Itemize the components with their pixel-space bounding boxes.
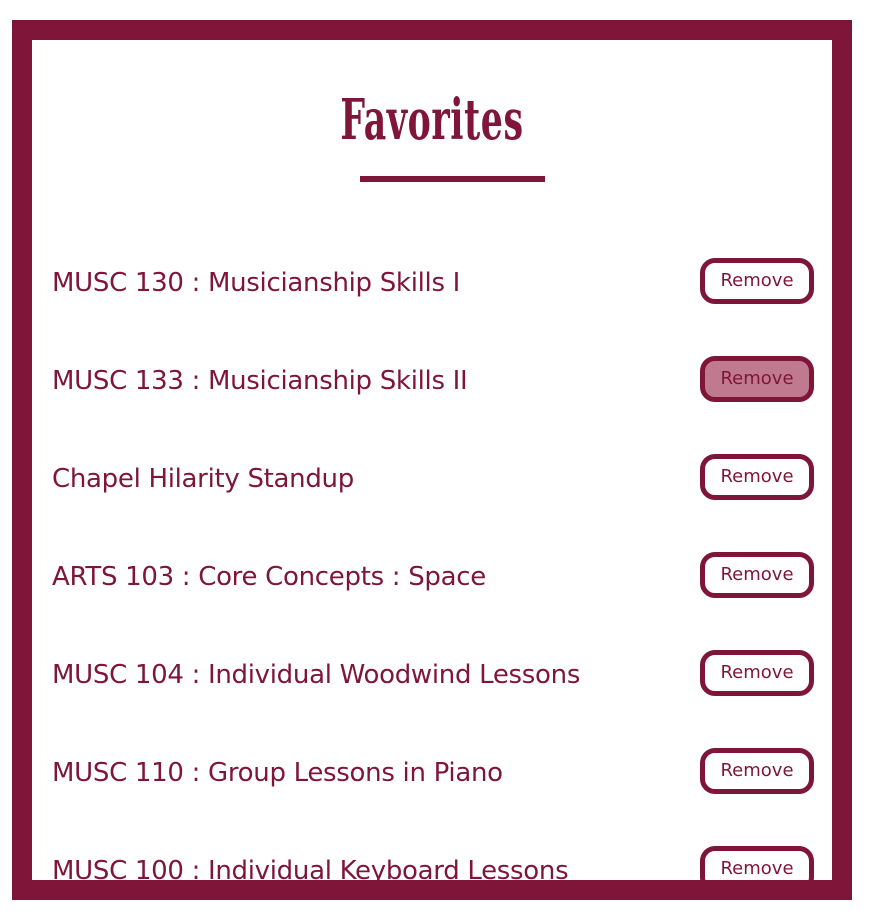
list-item: MUSC 110 : Group Lessons in Piano Remove xyxy=(32,748,832,796)
favorites-panel: Favorites MUSC 130 : Musicianship Skills… xyxy=(32,40,832,880)
list-item: MUSC 104 : Individual Woodwind Lessons R… xyxy=(32,650,832,698)
remove-button[interactable]: Remove xyxy=(700,748,814,794)
page-title: Favorites xyxy=(340,87,524,153)
list-item: MUSC 100 : Individual Keyboard Lessons R… xyxy=(32,846,832,880)
favorite-label: MUSC 100 : Individual Keyboard Lessons xyxy=(52,856,569,880)
favorite-label: ARTS 103 : Core Concepts : Space xyxy=(52,562,486,592)
favorite-label: MUSC 133 : Musicianship Skills II xyxy=(52,366,468,396)
favorite-label: MUSC 130 : Musicianship Skills I xyxy=(52,268,461,298)
remove-button[interactable]: Remove xyxy=(700,846,814,880)
remove-button[interactable]: Remove xyxy=(700,650,814,696)
favorites-frame: Favorites MUSC 130 : Musicianship Skills… xyxy=(12,20,852,900)
remove-button[interactable]: Remove xyxy=(700,552,814,598)
favorite-label: Chapel Hilarity Standup xyxy=(52,464,354,494)
favorite-label: MUSC 110 : Group Lessons in Piano xyxy=(52,758,503,788)
remove-button[interactable]: Remove xyxy=(700,258,814,304)
title-underline xyxy=(360,176,545,182)
remove-button[interactable]: Remove xyxy=(700,356,814,402)
favorite-label: MUSC 104 : Individual Woodwind Lessons xyxy=(52,660,581,690)
list-item: MUSC 133 : Musicianship Skills II Remove xyxy=(32,356,832,404)
list-item: Chapel Hilarity Standup Remove xyxy=(32,454,832,502)
list-item: ARTS 103 : Core Concepts : Space Remove xyxy=(32,552,832,600)
remove-button[interactable]: Remove xyxy=(700,454,814,500)
list-item: MUSC 130 : Musicianship Skills I Remove xyxy=(32,258,832,306)
